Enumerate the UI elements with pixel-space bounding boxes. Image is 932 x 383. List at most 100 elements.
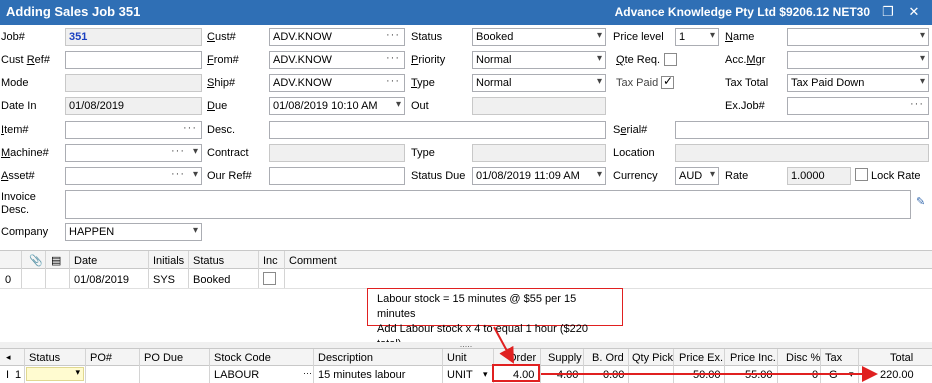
col-status[interactable]: Status (190, 253, 227, 269)
name-select[interactable]: ▾ (787, 28, 929, 46)
ex-job-label: Ex.Job# (725, 100, 765, 112)
chevron-down-icon: ▾ (596, 30, 602, 41)
desc-input[interactable] (269, 121, 606, 139)
status-label: Status (411, 31, 443, 43)
col-initials[interactable]: Initials (150, 253, 187, 269)
price-level-label: Price level (613, 31, 664, 43)
cust-ref-input[interactable] (65, 51, 202, 69)
our-ref-label: Our Ref# (207, 170, 252, 182)
col-price-ex[interactable]: Price Ex. (676, 350, 726, 366)
location-label: Location (613, 147, 655, 159)
cust-input[interactable]: ADV.KNOW ··· (269, 28, 405, 46)
qte-req-checkbox[interactable] (664, 53, 677, 66)
priority-select[interactable]: Normal ▾ (472, 51, 606, 69)
annotation-line-1: Labour stock = 15 minutes @ $55 per 15 m… (377, 293, 577, 320)
status-select[interactable]: ▾ (26, 367, 84, 381)
company-info: Advance Knowledge Pty Ltd $9206.12 NET30 (614, 5, 870, 19)
acc-mgr-select[interactable]: ▾ (787, 51, 929, 69)
window-title: Adding Sales Job 351 (6, 4, 141, 19)
col-comment[interactable]: Comment (286, 253, 340, 269)
col-unit[interactable]: Unit (444, 350, 470, 366)
our-ref-input[interactable] (269, 167, 405, 185)
lock-rate-label: Lock Rate (871, 170, 921, 182)
from-input[interactable]: ADV.KNOW ··· (269, 51, 405, 69)
priority-label: Priority (411, 54, 446, 66)
asset-input[interactable]: ··· ▾ (65, 167, 202, 185)
currency-select[interactable]: AUD ▾ (675, 167, 719, 185)
notes-icon[interactable]: ▤ (48, 252, 64, 269)
col-tax[interactable]: Tax (822, 350, 845, 366)
table-row[interactable]: 0 01/08/2019 SYS Booked (0, 270, 932, 289)
rate-label: Rate (725, 170, 749, 182)
ship-label: Ship# (207, 77, 236, 89)
status-due-label: Status Due (411, 170, 466, 182)
annotation-callout: Labour stock = 15 minutes @ $55 per 15 m… (367, 288, 623, 350)
mode-field (65, 74, 202, 92)
attachment-icon[interactable]: 📎 (26, 252, 46, 269)
invoice-desc-input[interactable] (65, 190, 911, 219)
date-in-label: Date In (1, 100, 37, 112)
chevron-down-icon: ▾ (919, 53, 925, 64)
type-select[interactable]: Normal ▾ (472, 74, 606, 92)
company-select[interactable]: HAPPEN ▾ (65, 223, 202, 241)
tax-total-label: Tax Total (725, 77, 769, 89)
lookup-dots-icon: ··· (386, 75, 400, 87)
lookup-dots-icon: ··· (171, 168, 185, 180)
col-price-inc[interactable]: Price Inc. (727, 350, 779, 366)
ship-input[interactable]: ADV.KNOW ··· (269, 74, 405, 92)
chevron-down-icon: ▾ (596, 53, 602, 64)
price-level-select[interactable]: 1 ▾ (675, 28, 719, 46)
col-status[interactable]: Status (26, 350, 63, 366)
edit-text-icon[interactable]: ✎ (916, 195, 925, 208)
ex-job-input[interactable]: ··· (787, 97, 929, 115)
date-in-field: 01/08/2019 (65, 97, 202, 115)
col-b-ord[interactable]: B. Ord (589, 350, 627, 366)
col-inc[interactable]: Inc (260, 253, 281, 269)
col-date[interactable]: Date (71, 253, 100, 269)
rate-field: 1.0000 (787, 167, 851, 185)
chevron-down-icon: ▾ (75, 367, 80, 377)
restore-icon[interactable]: ❐ (878, 3, 898, 21)
grid-header (0, 251, 932, 269)
status-due-input[interactable]: 01/08/2019 11:09 AM ▾ (472, 167, 606, 185)
col-disc[interactable]: Disc % (783, 350, 823, 366)
qte-req-label: Qte Req. (616, 54, 661, 66)
invoice-desc-label-1: Invoice (1, 191, 36, 203)
chevron-down-icon[interactable]: ▾ (846, 367, 857, 382)
stock-lines-grid: ◂ Status PO# PO Due Stock Code Descripti… (0, 348, 932, 383)
close-icon[interactable]: ✕ (904, 3, 924, 21)
out-label: Out (411, 100, 429, 112)
lookup-dots-icon: ··· (183, 122, 197, 134)
chevron-down-icon: ▾ (596, 169, 602, 180)
tax-paid-label: Tax Paid (616, 77, 659, 89)
machine-input[interactable]: ··· ▾ (65, 144, 202, 162)
col-total[interactable]: Total (887, 350, 916, 366)
job-number-field: 351 (65, 28, 202, 46)
out-field (472, 97, 606, 115)
status-select[interactable]: Booked ▾ (472, 28, 606, 46)
serial-label: Serial# (613, 124, 648, 136)
chevron-down-icon[interactable]: ▾ (480, 367, 491, 382)
col-po-due[interactable]: PO Due (141, 350, 186, 366)
lookup-dots-icon[interactable]: ··· (300, 366, 315, 380)
chevron-down-icon: ▾ (709, 30, 715, 41)
inc-checkbox[interactable] (263, 272, 276, 285)
chevron-down-icon: ▾ (192, 225, 198, 236)
table-row[interactable]: I 1 ▾ LABOUR ··· 15 minutes labour UNIT … (0, 366, 932, 383)
acc-mgr-label: Acc.Mgr (725, 54, 766, 66)
col-qty-pick[interactable]: Qty Pick (629, 350, 676, 366)
tax-paid-checkbox[interactable] (661, 74, 674, 89)
col-po[interactable]: PO# (87, 350, 115, 366)
order-highlight-box (492, 364, 540, 382)
item-input[interactable]: ··· (65, 121, 202, 139)
col-description[interactable]: Description (315, 350, 376, 366)
due-date-input[interactable]: 01/08/2019 10:10 AM ▾ (269, 97, 405, 115)
lookup-dots-icon: ··· (386, 52, 400, 64)
due-label: Due (207, 100, 228, 112)
chevron-down-icon: ▾ (192, 146, 198, 157)
lock-rate-checkbox[interactable] (855, 168, 868, 181)
col-stock-code[interactable]: Stock Code (211, 350, 274, 366)
tax-total-select[interactable]: Tax Paid Down ▾ (787, 74, 929, 92)
col-supply[interactable]: Supply (545, 350, 585, 366)
serial-input[interactable] (675, 121, 929, 139)
